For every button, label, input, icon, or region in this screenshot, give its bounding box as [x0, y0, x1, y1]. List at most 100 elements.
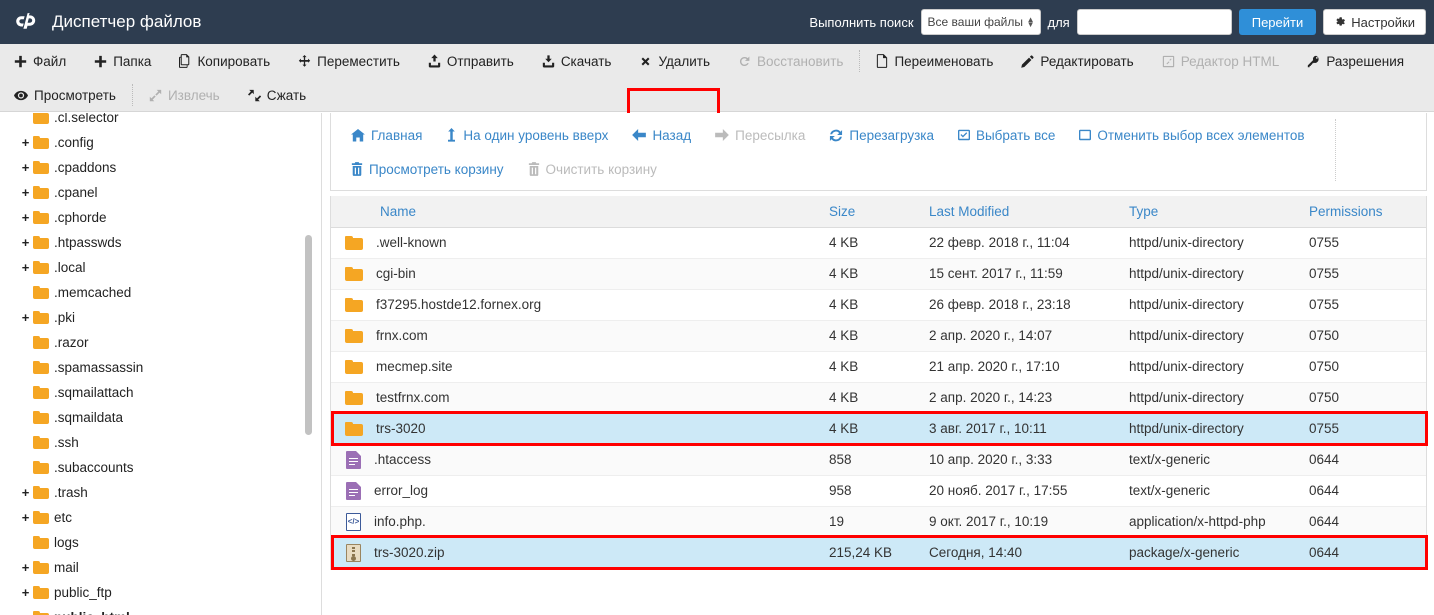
nav-item-level-up[interactable]: На один уровень вверх — [434, 121, 620, 149]
toolbar-item-rename-file[interactable]: Переименовать — [862, 44, 1007, 78]
table-row[interactable]: cgi-bin 4 KB 15 сент. 2017 г., 11:59 htt… — [331, 258, 1426, 290]
toolbar-item-label: Извлечь — [167, 87, 220, 103]
toolbar-item-delete-x[interactable]: Удалить — [625, 44, 724, 78]
toolbar-item-copy[interactable]: Копировать — [165, 44, 284, 78]
tree-node-dot-spamassassin[interactable]: .spamassassin — [0, 355, 310, 380]
tree-node-label: .cpanel — [54, 185, 98, 200]
collapse-icon[interactable]: − — [18, 611, 33, 615]
nav-item-reload[interactable]: Перезагрузка — [817, 121, 946, 149]
expand-icon[interactable]: + — [18, 561, 33, 574]
tree-node-etc[interactable]: + etc — [0, 505, 310, 530]
expand-icon[interactable]: + — [18, 161, 33, 174]
toolbar-item-upload[interactable]: Отправить — [414, 44, 528, 78]
tree-node-dot-cpanel[interactable]: + .cpanel — [0, 180, 310, 205]
cell-name[interactable]: .htaccess — [331, 444, 821, 476]
table-row[interactable]: error_log 958 20 нояб. 2017 г., 17:55 te… — [331, 475, 1426, 507]
tree-node-dot-cphorde[interactable]: + .cphorde — [0, 205, 310, 230]
nav-item-home[interactable]: Главная — [339, 121, 434, 149]
cell-name[interactable]: .well-known — [331, 227, 821, 259]
table-row[interactable]: mecmep.site 4 KB 21 апр. 2020 г., 17:10 … — [331, 351, 1426, 383]
nav-item-trash[interactable]: Просмотреть корзину — [339, 155, 516, 183]
tree-node-dot-pki[interactable]: + .pki — [0, 305, 310, 330]
tree-node-dot-ssh[interactable]: .ssh — [0, 430, 310, 455]
nav-item-arrow-left[interactable]: Назад — [620, 121, 703, 149]
sidebar-scrollbar-thumb[interactable] — [305, 235, 312, 435]
expand-icon[interactable]: + — [18, 511, 33, 524]
navbar-row-secondary: Просмотреть корзину Очистить корзину — [339, 154, 669, 184]
directory-tree-sidebar[interactable]: .cl.selector + .config + .cpaddons + .cp… — [0, 113, 322, 615]
cell-name[interactable]: </> info.php. — [331, 506, 821, 538]
table-row[interactable]: f37295.hostde12.fornex.org 4 KB 26 февр.… — [331, 289, 1426, 321]
expand-icon[interactable]: + — [18, 211, 33, 224]
column-header-modified[interactable]: Last Modified — [921, 196, 1121, 228]
expand-icon[interactable]: + — [18, 136, 33, 149]
tree-node-dot-razor[interactable]: .razor — [0, 330, 310, 355]
column-header-perms[interactable]: Permissions — [1301, 196, 1426, 228]
upload-icon — [428, 54, 441, 68]
tree-node-dot-cl.selector[interactable]: .cl.selector — [0, 113, 310, 130]
tree-node-mail[interactable]: + mail — [0, 555, 310, 580]
tree-node-public_ftp[interactable]: + public_ftp — [0, 580, 310, 605]
search-go-button[interactable]: Перейти — [1238, 9, 1317, 35]
column-header-type[interactable]: Type — [1121, 196, 1301, 228]
toolbar-item-download[interactable]: Скачать — [528, 44, 626, 78]
arrow-right-icon — [715, 129, 729, 141]
table-row[interactable]: testfrnx.com 4 KB 2 апр. 2020 г., 14:23 … — [331, 382, 1426, 414]
nav-item-label: Назад — [652, 127, 692, 143]
table-row[interactable]: </> info.php. 19 9 окт. 2017 г., 10:19 ap… — [331, 506, 1426, 538]
folder-icon — [33, 161, 49, 174]
cell-name[interactable]: cgi-bin — [331, 258, 821, 290]
expand-icon[interactable]: + — [18, 186, 33, 199]
tree-node-dot-local[interactable]: + .local — [0, 255, 310, 280]
table-row[interactable]: trs-3020 4 KB 3 авг. 2017 г., 10:11 http… — [331, 413, 1426, 445]
toolbar-divider — [859, 50, 861, 72]
cell-name[interactable]: testfrnx.com — [331, 382, 821, 414]
toolbar-item-key[interactable]: Разрешения — [1293, 44, 1418, 78]
nav-item-checkbox-empty[interactable]: Отменить выбор всех элементов — [1067, 121, 1316, 149]
table-row[interactable]: .well-known 4 KB 22 февр. 2018 г., 11:04… — [331, 227, 1426, 259]
file-name-label: trs-3020 — [376, 421, 426, 436]
column-header-name[interactable]: Name — [331, 196, 821, 228]
cell-name[interactable]: mecmep.site — [331, 351, 821, 383]
tree-node-dot-htpasswds[interactable]: + .htpasswds — [0, 230, 310, 255]
tree-node-dot-sqmailattach[interactable]: .sqmailattach — [0, 380, 310, 405]
table-row[interactable]: .htaccess 858 10 апр. 2020 г., 3:33 text… — [331, 444, 1426, 476]
expand-icon[interactable]: + — [18, 311, 33, 324]
expand-icon[interactable]: + — [18, 236, 33, 249]
nav-item-checkbox-checked[interactable]: Выбрать все — [946, 121, 1067, 149]
toolbar-item-pencil[interactable]: Редактировать — [1007, 44, 1147, 78]
tree-node-dot-trash[interactable]: + .trash — [0, 480, 310, 505]
search-input[interactable] — [1076, 9, 1232, 35]
search-scope-select[interactable]: Все ваши файлы ▲ ▼ — [920, 9, 1041, 35]
expand-icon[interactable]: + — [18, 261, 33, 274]
toolbar-item-plus[interactable]: Файл — [0, 44, 80, 78]
cell-type: text/x-generic — [1121, 475, 1301, 507]
table-row[interactable]: trs-3020.zip 215,24 KB Сегодня, 14:40 pa… — [331, 537, 1426, 569]
tree-node-public_html[interactable]: − public_html — [0, 605, 310, 615]
cell-modified: 22 февр. 2018 г., 11:04 — [921, 227, 1121, 259]
expand-icon[interactable]: + — [18, 586, 33, 599]
toolbar-item-move[interactable]: Переместить — [284, 44, 414, 78]
settings-button[interactable]: Настройки — [1323, 9, 1426, 35]
cell-name[interactable]: trs-3020.zip — [331, 537, 821, 569]
cell-name[interactable]: frnx.com — [331, 320, 821, 352]
toolbar-item-plus[interactable]: Папка — [80, 44, 165, 78]
tree-node-dot-sqmaildata[interactable]: .sqmaildata — [0, 405, 310, 430]
expand-icon[interactable]: + — [18, 486, 33, 499]
table-row[interactable]: frnx.com 4 KB 2 апр. 2020 г., 14:07 http… — [331, 320, 1426, 352]
toolbar-item-compress[interactable]: Сжать — [234, 78, 321, 112]
cell-name[interactable]: trs-3020 — [331, 413, 821, 445]
cell-name[interactable]: f37295.hostde12.fornex.org — [331, 289, 821, 321]
tree-node-dot-subaccounts[interactable]: .subaccounts — [0, 455, 310, 480]
toolbar-item-eye[interactable]: Просмотреть — [0, 78, 130, 112]
cell-permissions: 0750 — [1301, 320, 1426, 352]
folder-icon — [33, 311, 49, 324]
column-header-size[interactable]: Size — [821, 196, 921, 228]
tree-node-label: .sqmailattach — [54, 385, 134, 400]
move-icon — [298, 54, 311, 68]
tree-node-dot-config[interactable]: + .config — [0, 130, 310, 155]
tree-node-dot-cpaddons[interactable]: + .cpaddons — [0, 155, 310, 180]
tree-node-logs[interactable]: logs — [0, 530, 310, 555]
cell-name[interactable]: error_log — [331, 475, 821, 507]
tree-node-dot-memcached[interactable]: .memcached — [0, 280, 310, 305]
